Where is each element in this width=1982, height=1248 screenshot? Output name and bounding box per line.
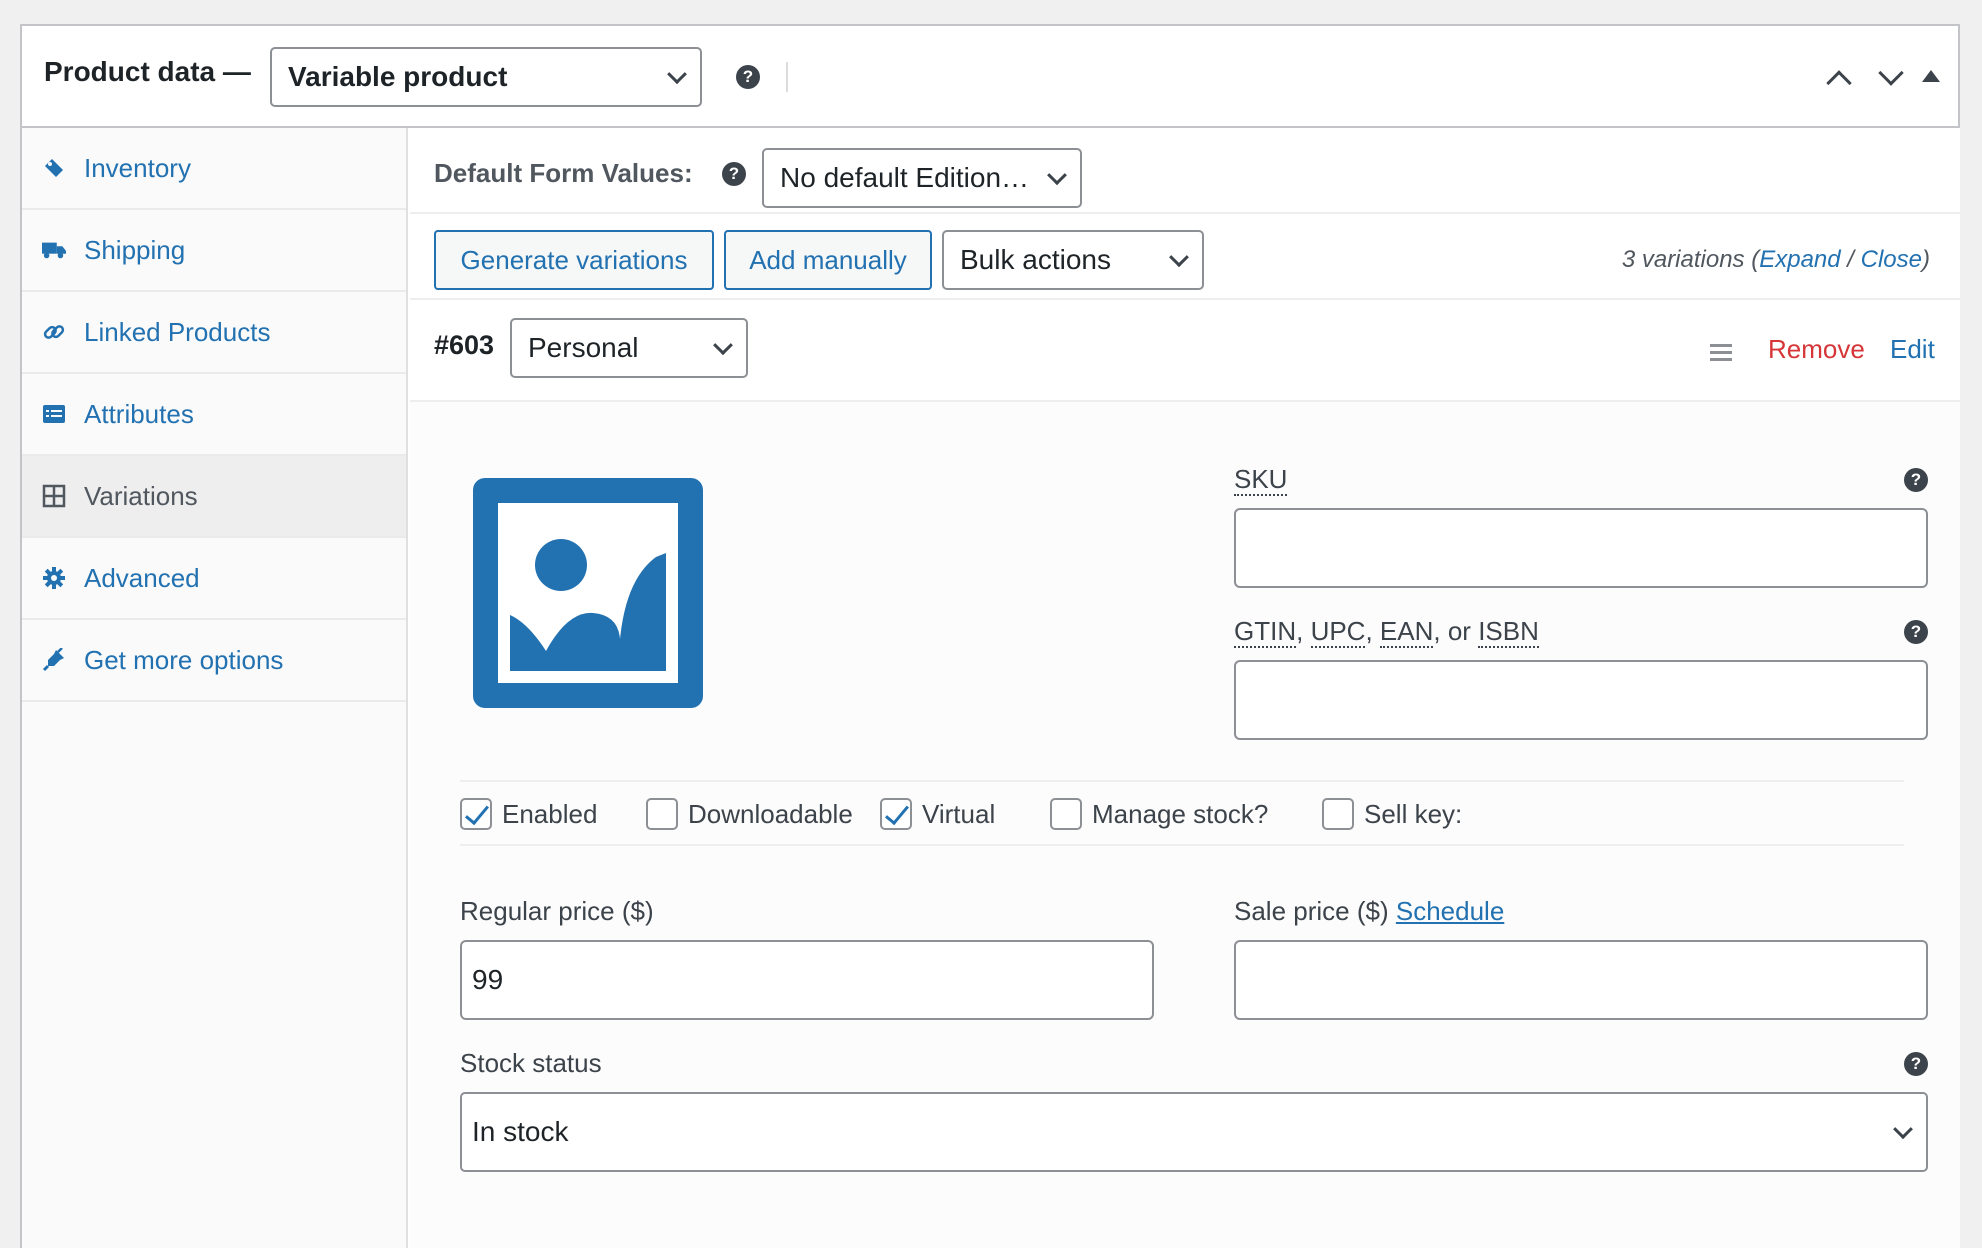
- chevron-down-icon: [667, 64, 687, 85]
- tab-label: Shipping: [84, 234, 186, 265]
- variation-options: Enabled Downloadable Virtual Manage stoc…: [460, 780, 1904, 846]
- generate-variations-button[interactable]: Generate variations: [434, 230, 714, 290]
- default-form-values-label: Default Form Values:: [434, 158, 693, 188]
- variation-attribute-select[interactable]: Personal: [510, 318, 748, 378]
- variation-attribute-value: Personal: [528, 332, 639, 363]
- bulk-actions-select[interactable]: Bulk actions: [942, 230, 1204, 290]
- truck-icon: [42, 238, 66, 262]
- close-link[interactable]: Close: [1861, 246, 1922, 273]
- chevron-down-icon: [1169, 247, 1189, 268]
- variation-body: SKU ? GTIN, UPC, EAN, or ISBN ? Enabled …: [410, 402, 1960, 1248]
- default-edition-select[interactable]: No default Edition…: [762, 148, 1082, 208]
- move-down-icon[interactable]: [1878, 60, 1904, 86]
- list-icon: [42, 402, 66, 426]
- expand-link[interactable]: Expand: [1759, 246, 1840, 273]
- product-type-value: Variable product: [288, 61, 508, 92]
- tab-shipping[interactable]: Shipping: [22, 210, 406, 292]
- gtin-label: GTIN, UPC, EAN, or ISBN: [1234, 616, 1539, 648]
- variation-image-upload[interactable]: [473, 478, 703, 708]
- variations-count: 3 variations (Expand / Close): [1621, 246, 1930, 273]
- gtin-input[interactable]: [1234, 660, 1928, 740]
- product-data-tabs: Inventory Shipping Linked Products Attri…: [22, 128, 408, 1248]
- collapse-toggle-icon[interactable]: [1922, 70, 1940, 82]
- regular-price-input[interactable]: 99: [460, 940, 1154, 1020]
- help-icon[interactable]: ?: [722, 162, 746, 186]
- tab-label: Advanced: [84, 562, 200, 593]
- tab-attributes[interactable]: Attributes: [22, 374, 406, 456]
- help-icon[interactable]: ?: [1904, 1052, 1928, 1076]
- default-edition-value: No default Edition…: [780, 162, 1030, 193]
- tab-label: Get more options: [84, 644, 284, 675]
- edit-variation-link[interactable]: Edit: [1890, 334, 1935, 365]
- help-icon[interactable]: ?: [1904, 468, 1928, 492]
- remove-variation-link[interactable]: Remove: [1768, 334, 1865, 365]
- tab-linked-products[interactable]: Linked Products: [22, 292, 406, 374]
- variation-id: #603: [434, 330, 495, 360]
- tab-advanced[interactable]: Advanced: [22, 538, 406, 620]
- stock-status-label: Stock status: [460, 1048, 602, 1078]
- tab-inventory[interactable]: Inventory: [22, 128, 406, 210]
- checkbox-box[interactable]: [880, 798, 912, 830]
- tab-label: Linked Products: [84, 316, 271, 347]
- tab-get-more-options[interactable]: Get more options: [22, 620, 406, 702]
- grid-icon: [42, 484, 66, 508]
- checkbox-box[interactable]: [1050, 798, 1082, 830]
- move-up-icon[interactable]: [1826, 70, 1852, 96]
- enabled-checkbox[interactable]: Enabled: [460, 798, 597, 830]
- drag-handle-icon[interactable]: [1710, 344, 1732, 365]
- sell-key-checkbox[interactable]: Sell key:: [1322, 798, 1462, 830]
- add-manually-button[interactable]: Add manually: [724, 230, 932, 290]
- tab-label: Attributes: [84, 398, 194, 429]
- variations-toolbar: Generate variations Add manually Bulk ac…: [410, 214, 1960, 300]
- default-form-values-row: Default Form Values: ? No default Editio…: [410, 128, 1960, 214]
- chevron-down-icon: [713, 335, 733, 356]
- panel-header: Product data — Variable product ?: [22, 26, 1958, 128]
- tab-label: Inventory: [84, 152, 191, 183]
- image-placeholder-icon: [498, 503, 678, 683]
- manage-stock-checkbox[interactable]: Manage stock?: [1050, 798, 1268, 830]
- checkbox-box[interactable]: [646, 798, 678, 830]
- gear-icon: [42, 566, 66, 590]
- sale-price-label: Sale price ($) Schedule: [1234, 896, 1505, 926]
- tab-variations[interactable]: Variations: [22, 456, 406, 538]
- sku-label: SKU: [1234, 464, 1288, 496]
- chevron-down-icon: [1047, 165, 1067, 186]
- virtual-checkbox[interactable]: Virtual: [880, 798, 995, 830]
- sku-input[interactable]: [1234, 508, 1928, 588]
- stock-status-value: In stock: [472, 1116, 569, 1147]
- stock-status-select[interactable]: In stock: [460, 1092, 1928, 1172]
- chevron-down-icon: [1893, 1119, 1913, 1140]
- schedule-link[interactable]: Schedule: [1396, 896, 1504, 926]
- variations-panel: Default Form Values: ? No default Editio…: [410, 128, 1960, 1248]
- tag-icon: [42, 156, 66, 180]
- downloadable-checkbox[interactable]: Downloadable: [646, 798, 853, 830]
- bulk-actions-value: Bulk actions: [960, 244, 1111, 275]
- tab-label: Variations: [84, 480, 198, 511]
- link-icon: [42, 320, 66, 344]
- sale-price-input[interactable]: [1234, 940, 1928, 1020]
- variation-header: #603 Personal Remove Edit: [410, 300, 1960, 402]
- checkbox-box[interactable]: [460, 798, 492, 830]
- product-type-select[interactable]: Variable product: [270, 47, 702, 107]
- product-data-panel: Product data — Variable product ? Invent…: [20, 24, 1960, 1248]
- divider: [786, 62, 788, 92]
- help-icon[interactable]: ?: [736, 65, 760, 89]
- regular-price-label: Regular price ($): [460, 896, 654, 926]
- help-icon[interactable]: ?: [1904, 620, 1928, 644]
- panel-title: Product data —: [44, 56, 251, 87]
- checkbox-box[interactable]: [1322, 798, 1354, 830]
- plugin-icon: [42, 648, 66, 672]
